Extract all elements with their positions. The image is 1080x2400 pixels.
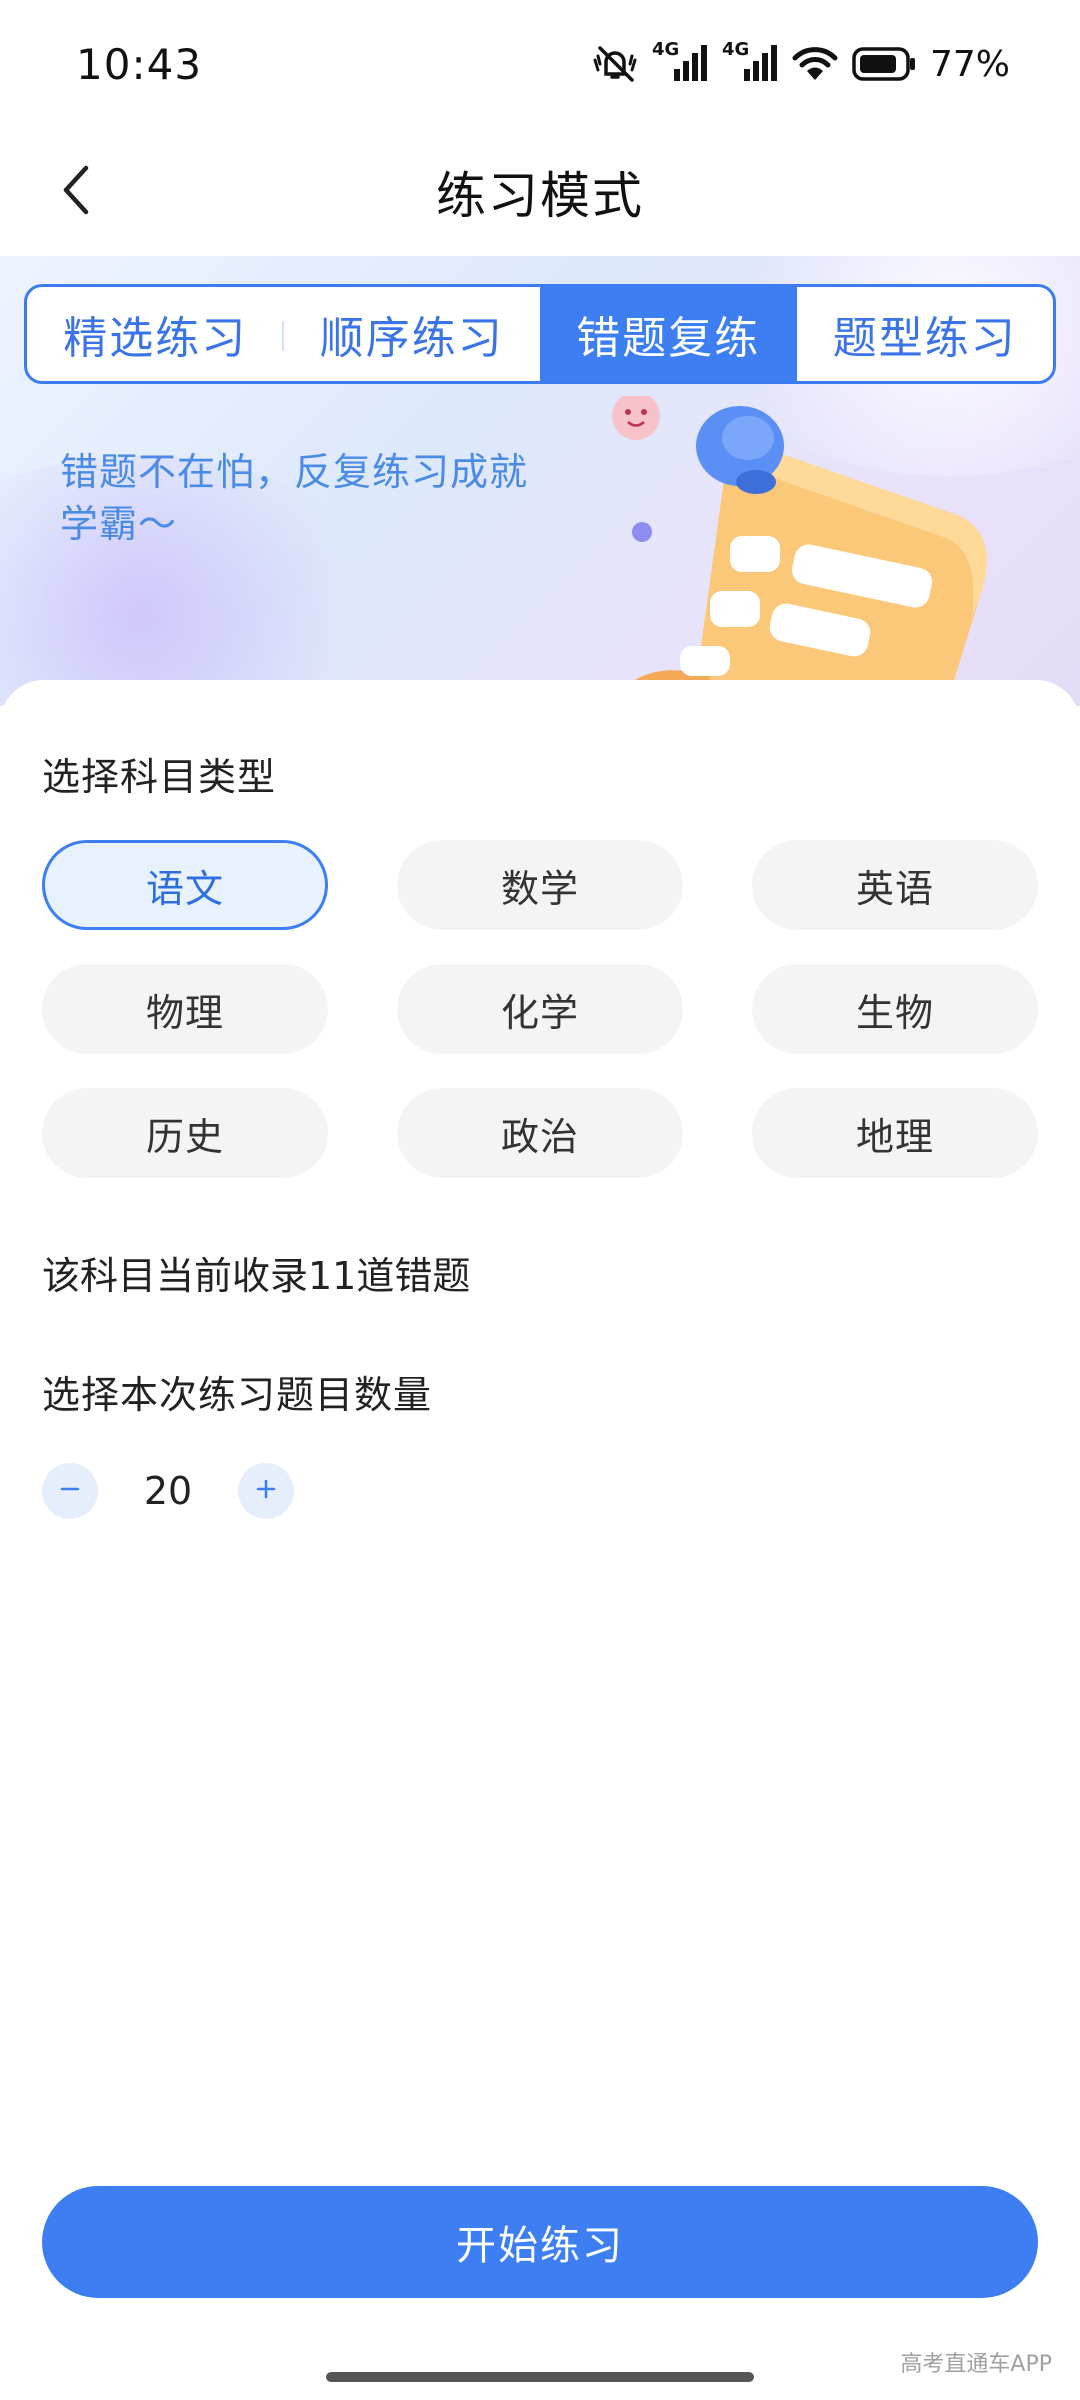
subject-chinese[interactable]: 语文 — [42, 840, 328, 930]
signal-4g-icon: 4G — [722, 39, 778, 85]
signal-4g-icon: 4G — [652, 39, 708, 85]
subject-grid: 语文 数学 英语 物理 化学 生物 历史 政治 地理 — [42, 840, 1038, 1178]
home-indicator[interactable] — [326, 2372, 754, 2382]
page-title: 练习模式 — [436, 167, 644, 225]
decrement-button[interactable] — [42, 1463, 98, 1519]
banner: 精选练习 顺序练习 错题复练 题型练习 错题不在怕，反复练习成就学霸～ — [0, 256, 1080, 706]
tab-sequential-practice[interactable]: 顺序练习 — [284, 287, 541, 381]
scroll-illustration — [610, 396, 987, 706]
status-bar: 10:43 4G 4G 77% — [0, 0, 1080, 128]
tab-label: 错题复练 — [576, 313, 761, 364]
minus-icon — [58, 1477, 82, 1505]
tab-label: 题型练习 — [832, 313, 1017, 364]
main-card: 选择科目类型 语文 数学 英语 物理 化学 生物 历史 政治 地理 — [0, 680, 1080, 2400]
subject-math[interactable]: 数学 — [397, 840, 683, 930]
mode-tabs: 精选练习 顺序练习 错题复练 题型练习 — [24, 284, 1056, 384]
quantity-stepper: 20 — [42, 1463, 294, 1519]
battery-percent: 77% — [929, 43, 1010, 85]
wrong-question-count: 该科目当前收录11道错题 — [42, 1254, 471, 1298]
back-button[interactable] — [38, 154, 114, 230]
quantity-value: 20 — [143, 1469, 193, 1513]
chevron-left-icon — [56, 162, 96, 222]
tab-wrong-question-review[interactable]: 错题复练 — [540, 287, 797, 381]
subject-english[interactable]: 英语 — [752, 840, 1038, 930]
tab-question-type-practice[interactable]: 题型练习 — [797, 287, 1054, 381]
subject-politics[interactable]: 政治 — [397, 1088, 683, 1178]
tab-featured-practice[interactable]: 精选练习 — [27, 287, 284, 381]
wifi-icon — [792, 45, 838, 83]
plus-icon — [254, 1477, 278, 1505]
tab-label: 精选练习 — [63, 313, 248, 364]
quantity-section-label: 选择本次练习题目数量 — [42, 1373, 433, 1417]
tab-label: 顺序练习 — [319, 313, 504, 364]
subject-history[interactable]: 历史 — [42, 1088, 328, 1178]
increment-button[interactable] — [238, 1463, 294, 1519]
mute-vibrate-icon — [592, 44, 638, 84]
status-time: 10:43 — [76, 39, 203, 89]
subject-geography[interactable]: 地理 — [752, 1088, 1038, 1178]
subject-physics[interactable]: 物理 — [42, 964, 328, 1054]
battery-icon — [852, 46, 916, 82]
banner-slogan: 错题不在怕，反复练习成就学霸～ — [60, 450, 529, 546]
status-icons: 4G 4G 77% — [592, 39, 1010, 85]
subject-biology[interactable]: 生物 — [752, 964, 1038, 1054]
header: 练习模式 — [0, 128, 1080, 256]
subject-chemistry[interactable]: 化学 — [397, 964, 683, 1054]
app-watermark: 高考直通车APP — [900, 2352, 1052, 2377]
subject-section-label: 选择科目类型 — [42, 755, 277, 799]
start-practice-button[interactable]: 开始练习 — [42, 2186, 1038, 2298]
